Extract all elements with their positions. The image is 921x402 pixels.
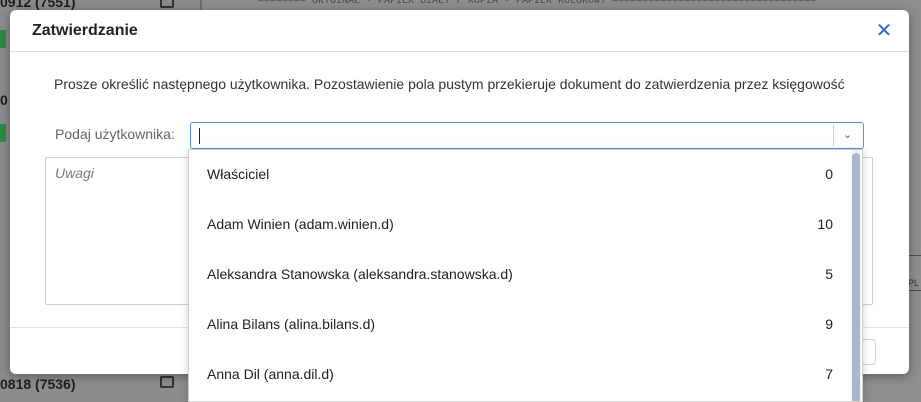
monitor-icon	[160, 376, 174, 388]
dropdown-item-count: 9	[825, 316, 833, 332]
dropdown-item-count: 5	[825, 266, 833, 282]
background-status-badge	[0, 30, 6, 48]
dropdown-item-name: Alina Bilans (alina.bilans.d)	[207, 316, 376, 332]
dropdown-item[interactable]: Anna Dil (anna.dil.d) 7	[189, 350, 849, 400]
close-icon[interactable]: ✕	[873, 20, 895, 42]
background-banner: ======== ORYGINAŁ - PAPIER BIAŁY / KOPIA…	[258, 0, 817, 7]
dialog-message: Prosze określić następnego użytkownika. …	[54, 76, 845, 92]
background-row-mid: 0	[0, 92, 8, 108]
dropdown-item-count: 0	[825, 166, 833, 182]
monitor-icon-top	[160, 0, 174, 8]
dropdown-item[interactable]: Właściciel 0	[189, 150, 849, 200]
user-combobox[interactable]: ⌄	[190, 122, 864, 149]
user-dropdown-list: Właściciel 0 Adam Winien (adam.winien.d)…	[188, 149, 863, 402]
dropdown-item-count: 7	[825, 366, 833, 382]
dropdown-item[interactable]: Adam Winien (adam.winien.d) 10	[189, 200, 849, 250]
text-caret	[199, 128, 200, 144]
dropdown-item-name: Aleksandra Stanowska (aleksandra.stanows…	[207, 266, 513, 282]
background-status-badge-2	[0, 124, 6, 142]
user-field-label: Podaj użytkownika:	[55, 126, 175, 142]
background-right-text: PL	[907, 278, 919, 288]
background-row-top: 0912 (7551)	[0, 0, 76, 10]
dropdown-item-name: Adam Winien (adam.winien.d)	[207, 216, 394, 232]
background-row-bottom: 0818 (7536)	[0, 376, 76, 392]
dropdown-scrollbar[interactable]	[851, 150, 861, 401]
dropdown-item[interactable]: Aleksandra Stanowska (aleksandra.stanows…	[189, 250, 849, 300]
scrollbar-thumb[interactable]	[852, 153, 860, 401]
chevron-down-icon[interactable]: ⌄	[833, 125, 861, 146]
dialog-title: Zatwierdzanie	[32, 22, 138, 39]
dropdown-item[interactable]: Alina Bilans (alina.bilans.d) 9	[189, 300, 849, 350]
notes-placeholder: Uwagi	[55, 165, 94, 181]
dropdown-item-name: Anna Dil (anna.dil.d)	[207, 366, 334, 382]
dialog-header: Zatwierdzanie ✕	[10, 10, 909, 52]
dropdown-item-count: 10	[817, 216, 833, 232]
dropdown-item-name: Właściciel	[207, 166, 270, 182]
